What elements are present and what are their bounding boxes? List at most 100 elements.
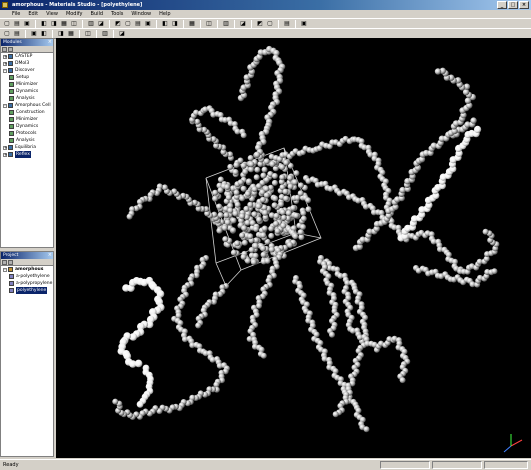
module-icon <box>8 145 13 150</box>
sketch-icon[interactable]: ▤ <box>13 30 21 38</box>
status-bar: Ready <box>0 459 531 470</box>
close-icon[interactable]: × <box>48 252 52 259</box>
zoom-icon[interactable]: ▣ <box>144 20 152 28</box>
select-icon[interactable]: ◩ <box>114 20 122 28</box>
help-icon[interactable]: ▣ <box>300 20 308 28</box>
crystal-icon[interactable]: ◫ <box>84 30 92 38</box>
clean-icon[interactable]: ▦ <box>67 30 75 38</box>
symmetry-icon[interactable]: ▢ <box>266 20 274 28</box>
open-icon[interactable]: ▤ <box>13 20 21 28</box>
maximize-button[interactable]: □ <box>508 1 518 9</box>
toolbar-separator <box>183 19 184 28</box>
tree-item[interactable]: + CASTEP <box>1 53 53 60</box>
collapse-icon[interactable]: - <box>3 68 7 73</box>
expand-icon[interactable]: + <box>3 54 7 59</box>
toolbar-separator <box>113 29 114 38</box>
collapse-icon[interactable]: - <box>3 103 7 108</box>
menu-modify[interactable]: Modify <box>62 10 87 18</box>
toolbar-separator <box>79 29 80 38</box>
tree-item[interactable]: Minimizer <box>1 116 53 123</box>
application-icon <box>2 2 8 8</box>
toolbar-separator <box>251 19 252 28</box>
tree-item[interactable]: Dynamics <box>1 88 53 95</box>
hydrogen-icon[interactable]: ◨ <box>57 30 65 38</box>
tree-item-label: Dynamics <box>16 89 39 94</box>
copy-icon[interactable]: ◨ <box>50 20 58 28</box>
panel-tool-icon[interactable] <box>8 259 13 265</box>
tree-item[interactable]: + Reflex <box>1 151 53 158</box>
close-icon[interactable]: × <box>48 39 52 46</box>
tree-item[interactable]: - Discover <box>1 67 53 74</box>
toolbar-separator <box>295 19 296 28</box>
measure-icon[interactable]: ▥ <box>222 20 230 28</box>
tree-item[interactable]: Construction <box>1 109 53 116</box>
menu-tools[interactable]: Tools <box>107 10 127 18</box>
tree-item[interactable]: + DMol3 <box>1 60 53 67</box>
translate-icon[interactable]: ▤ <box>134 20 142 28</box>
collapse-icon[interactable]: - <box>3 267 7 272</box>
menu-view[interactable]: View <box>42 10 62 18</box>
tree-item[interactable]: Protocols <box>1 130 53 137</box>
color-icon[interactable]: ▦ <box>188 20 196 28</box>
tree-item-label: a-polyethylene <box>16 274 50 279</box>
panel-tool-icon[interactable] <box>8 46 13 52</box>
build-icon[interactable]: ▢ <box>3 30 11 38</box>
polymer-structure-view[interactable] <box>56 38 531 458</box>
tool-icon <box>9 117 14 122</box>
tree-item[interactable]: - Amorphous Cell <box>1 102 53 109</box>
menu-help[interactable]: Help <box>155 10 174 18</box>
tree-item[interactable]: polyethylene <box>1 287 53 294</box>
doc-icon <box>9 281 14 286</box>
tree-item[interactable]: Setup <box>1 74 53 81</box>
tree-item[interactable]: Minimizer <box>1 81 53 88</box>
undo-icon[interactable]: ▥ <box>87 20 95 28</box>
cut-icon[interactable]: ◧ <box>40 20 48 28</box>
module-icon <box>8 54 13 59</box>
toolbar-separator <box>25 29 26 38</box>
atom-icon[interactable]: ▤ <box>283 20 291 28</box>
menu-build[interactable]: Build <box>87 10 108 18</box>
title-bar[interactable]: amorphous - Materials Studio - [polyethy… <box>0 0 531 10</box>
axis-triad <box>503 434 523 453</box>
tree-item-label: Discover <box>15 68 35 73</box>
fit-icon[interactable]: ◧ <box>161 20 169 28</box>
new-icon[interactable]: ▢ <box>3 20 11 28</box>
cell-icon[interactable]: ◪ <box>118 30 126 38</box>
tree-item[interactable]: Analysis <box>1 137 53 144</box>
tree-item-label: CASTEP <box>15 54 33 59</box>
grid-icon[interactable]: ◩ <box>256 20 264 28</box>
tree-item[interactable]: a-polyethylene <box>1 273 53 280</box>
display-style-icon[interactable]: ◪ <box>239 20 247 28</box>
toolbar-separator <box>156 19 157 28</box>
polymer-chains <box>112 45 500 433</box>
tree-item-label: Setup <box>16 75 30 80</box>
rotate-icon[interactable]: ▢ <box>124 20 132 28</box>
3d-viewer[interactable] <box>56 38 531 458</box>
panel-tool-icon[interactable] <box>2 259 7 265</box>
delete-icon[interactable]: ◫ <box>70 20 78 28</box>
tree-item[interactable]: Dynamics <box>1 123 53 130</box>
bond-icon[interactable]: ◧ <box>40 30 48 38</box>
tree-item[interactable]: - amorphous <box>1 266 53 273</box>
redo-icon[interactable]: ◪ <box>97 20 105 28</box>
close-button[interactable]: × <box>519 1 529 9</box>
expand-icon[interactable]: + <box>3 61 7 66</box>
project-panel-title: Project <box>3 253 19 258</box>
tree-item[interactable]: + Equilibria <box>1 144 53 151</box>
save-icon[interactable]: ▣ <box>23 20 31 28</box>
ring-icon[interactable]: ▣ <box>30 30 38 38</box>
minimize-button[interactable]: _ <box>497 1 507 9</box>
expand-icon[interactable]: + <box>3 145 7 150</box>
menu-window[interactable]: Window <box>127 10 155 18</box>
panel-tool-icon[interactable] <box>2 46 7 52</box>
module-icon <box>8 152 13 157</box>
lattice-icon[interactable]: ▥ <box>101 30 109 38</box>
tree-item[interactable]: a-polypropylene <box>1 280 53 287</box>
label-icon[interactable]: ◫ <box>205 20 213 28</box>
menu-file[interactable]: File <box>8 10 24 18</box>
reset-icon[interactable]: ◨ <box>171 20 179 28</box>
menu-edit[interactable]: Edit <box>24 10 42 18</box>
expand-icon[interactable]: + <box>3 152 7 157</box>
tree-item[interactable]: Analysis <box>1 95 53 102</box>
paste-icon[interactable]: ▦ <box>60 20 68 28</box>
